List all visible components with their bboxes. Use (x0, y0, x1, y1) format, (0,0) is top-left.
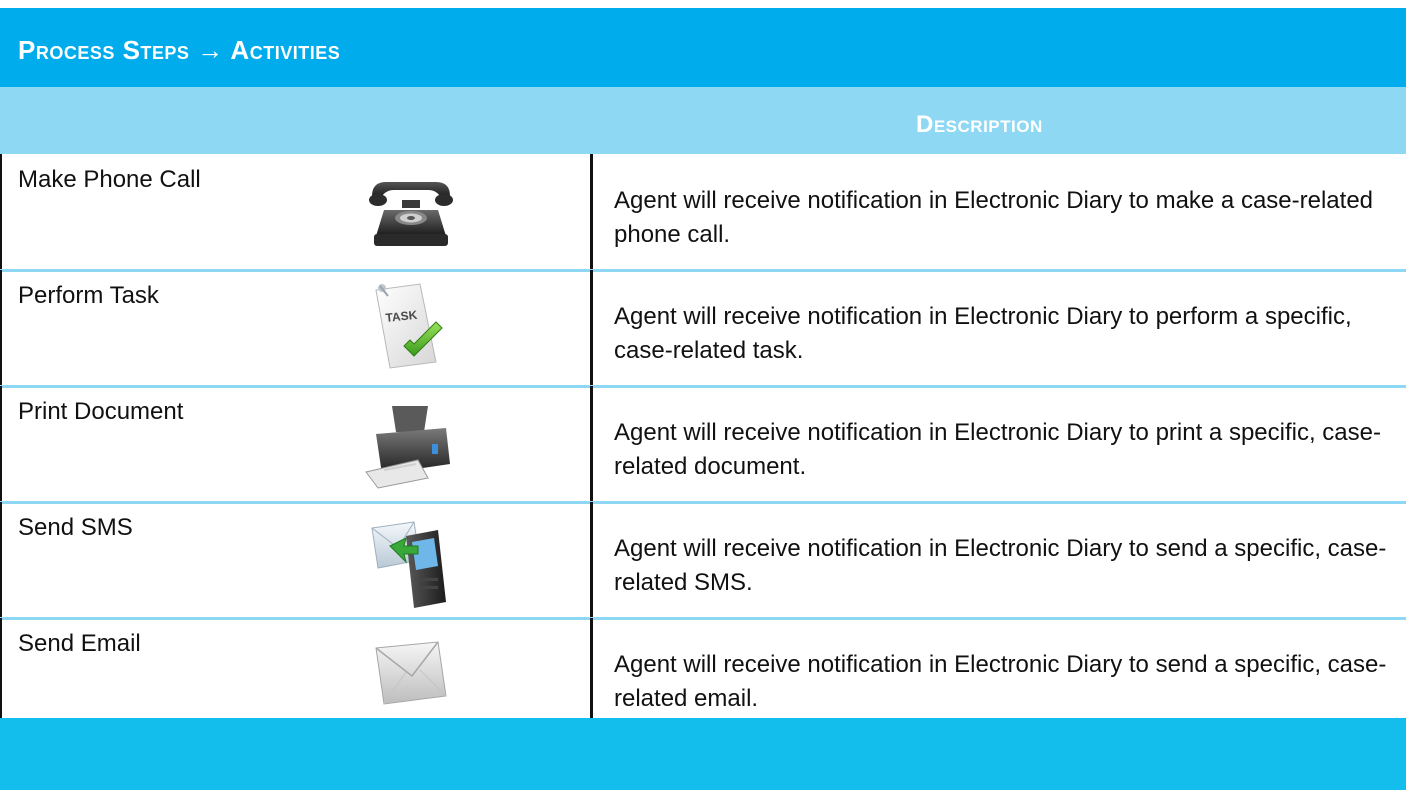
column-divider (590, 270, 593, 388)
envelope-icon (362, 638, 458, 718)
footer-bar (0, 718, 1406, 790)
activity-name: Print Document (18, 398, 184, 425)
activity-name: Send Email (18, 630, 141, 657)
table-row: Perform Task TASK Agent will receive not… (0, 270, 1406, 388)
column-divider (590, 502, 593, 620)
column-header-bar: Description (0, 87, 1406, 154)
telephone-icon (362, 174, 458, 254)
activity-description: Agent will receive notification in Elect… (614, 303, 1352, 364)
printer-icon (362, 398, 458, 490)
activity-description: Agent will receive notification in Elect… (614, 187, 1374, 248)
activities-table: Process Steps → Activities Description M… (0, 8, 1406, 790)
column-divider (590, 386, 593, 504)
activity-name: Perform Task (18, 282, 159, 309)
table-row: Print Document Agent will receive notifi… (0, 386, 1406, 504)
task-check-icon: TASK (362, 276, 458, 372)
row-left-border (0, 386, 2, 504)
activity-description: Agent will receive notification in Elect… (614, 651, 1387, 712)
activity-description: Agent will receive notification in Elect… (614, 419, 1381, 480)
description-column-header: Description (916, 111, 1043, 138)
activity-name: Make Phone Call (18, 166, 201, 193)
row-left-border (0, 270, 2, 388)
mobile-sms-icon (362, 516, 458, 612)
column-divider (590, 154, 593, 272)
title-bar: Process Steps → Activities (0, 8, 1406, 87)
activity-name: Send SMS (18, 514, 133, 541)
table-row: Make Phone Call Agent will receive notif… (0, 154, 1406, 272)
activity-description: Agent will receive notification in Elect… (614, 535, 1387, 596)
row-left-border (0, 154, 2, 272)
table-title: Process Steps → Activities (18, 35, 341, 65)
row-left-border (0, 502, 2, 620)
table-row: Send SMS Agent will receive notification… (0, 502, 1406, 620)
